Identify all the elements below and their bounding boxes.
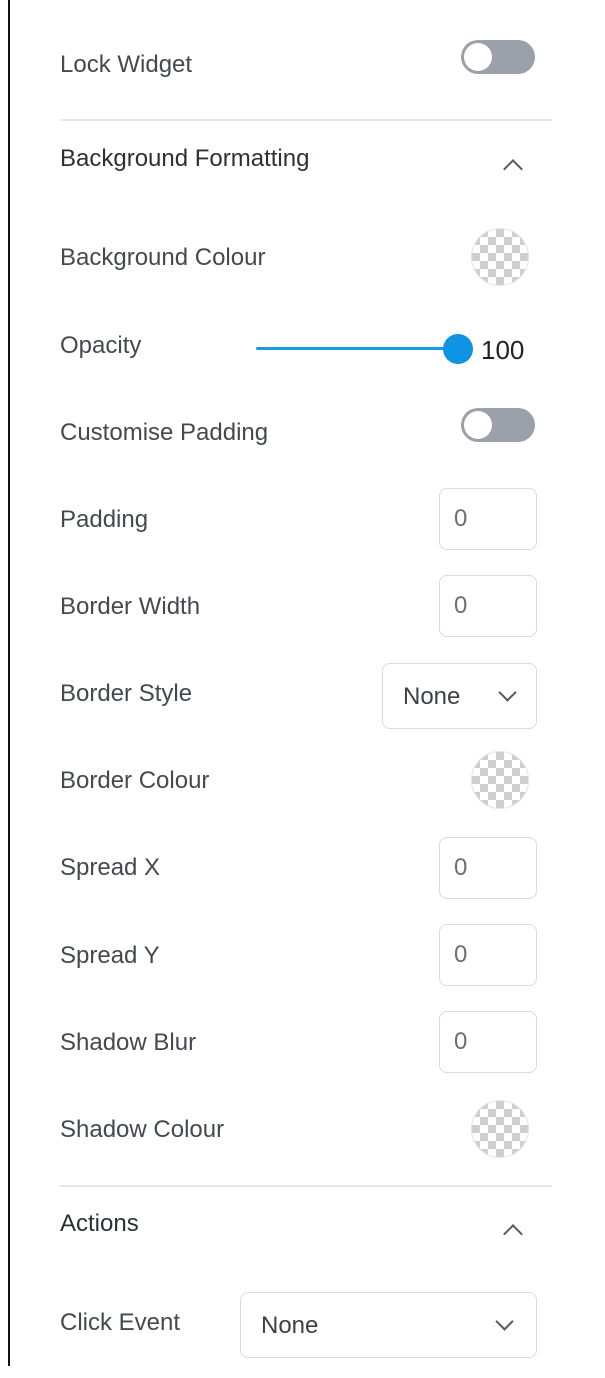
shadow-colour-label: Shadow Colour <box>60 1116 225 1143</box>
border-style-value: None <box>403 683 461 710</box>
lock-widget-label: Lock Widget <box>60 51 193 78</box>
opacity-slider-thumb[interactable] <box>443 334 473 364</box>
padding-input[interactable] <box>439 488 537 550</box>
border-colour-swatch[interactable] <box>471 751 529 809</box>
opacity-slider-track[interactable] <box>256 347 458 350</box>
section-divider <box>60 1185 552 1187</box>
toggle-knob <box>464 411 492 439</box>
chevron-up-icon[interactable] <box>503 1224 523 1244</box>
section-divider <box>60 119 552 121</box>
chevron-down-icon <box>498 683 517 702</box>
click-event-select[interactable]: None <box>240 1292 537 1358</box>
toggle-knob <box>464 43 492 71</box>
border-width-label: Border Width <box>60 593 201 620</box>
click-event-label: Click Event <box>60 1309 181 1336</box>
opacity-label: Opacity <box>60 332 142 359</box>
lock-widget-toggle[interactable] <box>461 40 535 74</box>
background-colour-label: Background Colour <box>60 244 266 271</box>
border-style-label: Border Style <box>60 680 193 707</box>
border-width-input[interactable] <box>439 575 537 637</box>
padding-label: Padding <box>60 506 149 533</box>
background-colour-swatch[interactable] <box>471 228 529 286</box>
background-formatting-title: Background Formatting <box>60 145 310 172</box>
shadow-blur-label: Shadow Blur <box>60 1029 197 1056</box>
spread-y-input[interactable] <box>439 924 537 986</box>
spread-x-input[interactable] <box>439 837 537 899</box>
border-colour-label: Border Colour <box>60 767 210 794</box>
click-event-value: None <box>261 1312 319 1339</box>
customise-padding-label: Customise Padding <box>60 419 269 446</box>
shadow-colour-swatch[interactable] <box>471 1100 529 1158</box>
actions-title: Actions <box>60 1210 139 1237</box>
spread-x-label: Spread X <box>60 854 161 881</box>
customise-padding-toggle[interactable] <box>461 408 535 442</box>
chevron-down-icon <box>495 1312 514 1331</box>
spread-y-label: Spread Y <box>60 942 160 969</box>
opacity-value: 100 <box>481 335 525 365</box>
chevron-up-icon[interactable] <box>503 159 523 179</box>
border-style-select[interactable]: None <box>382 663 537 729</box>
shadow-blur-input[interactable] <box>439 1011 537 1073</box>
panel-left-border <box>8 0 10 1366</box>
